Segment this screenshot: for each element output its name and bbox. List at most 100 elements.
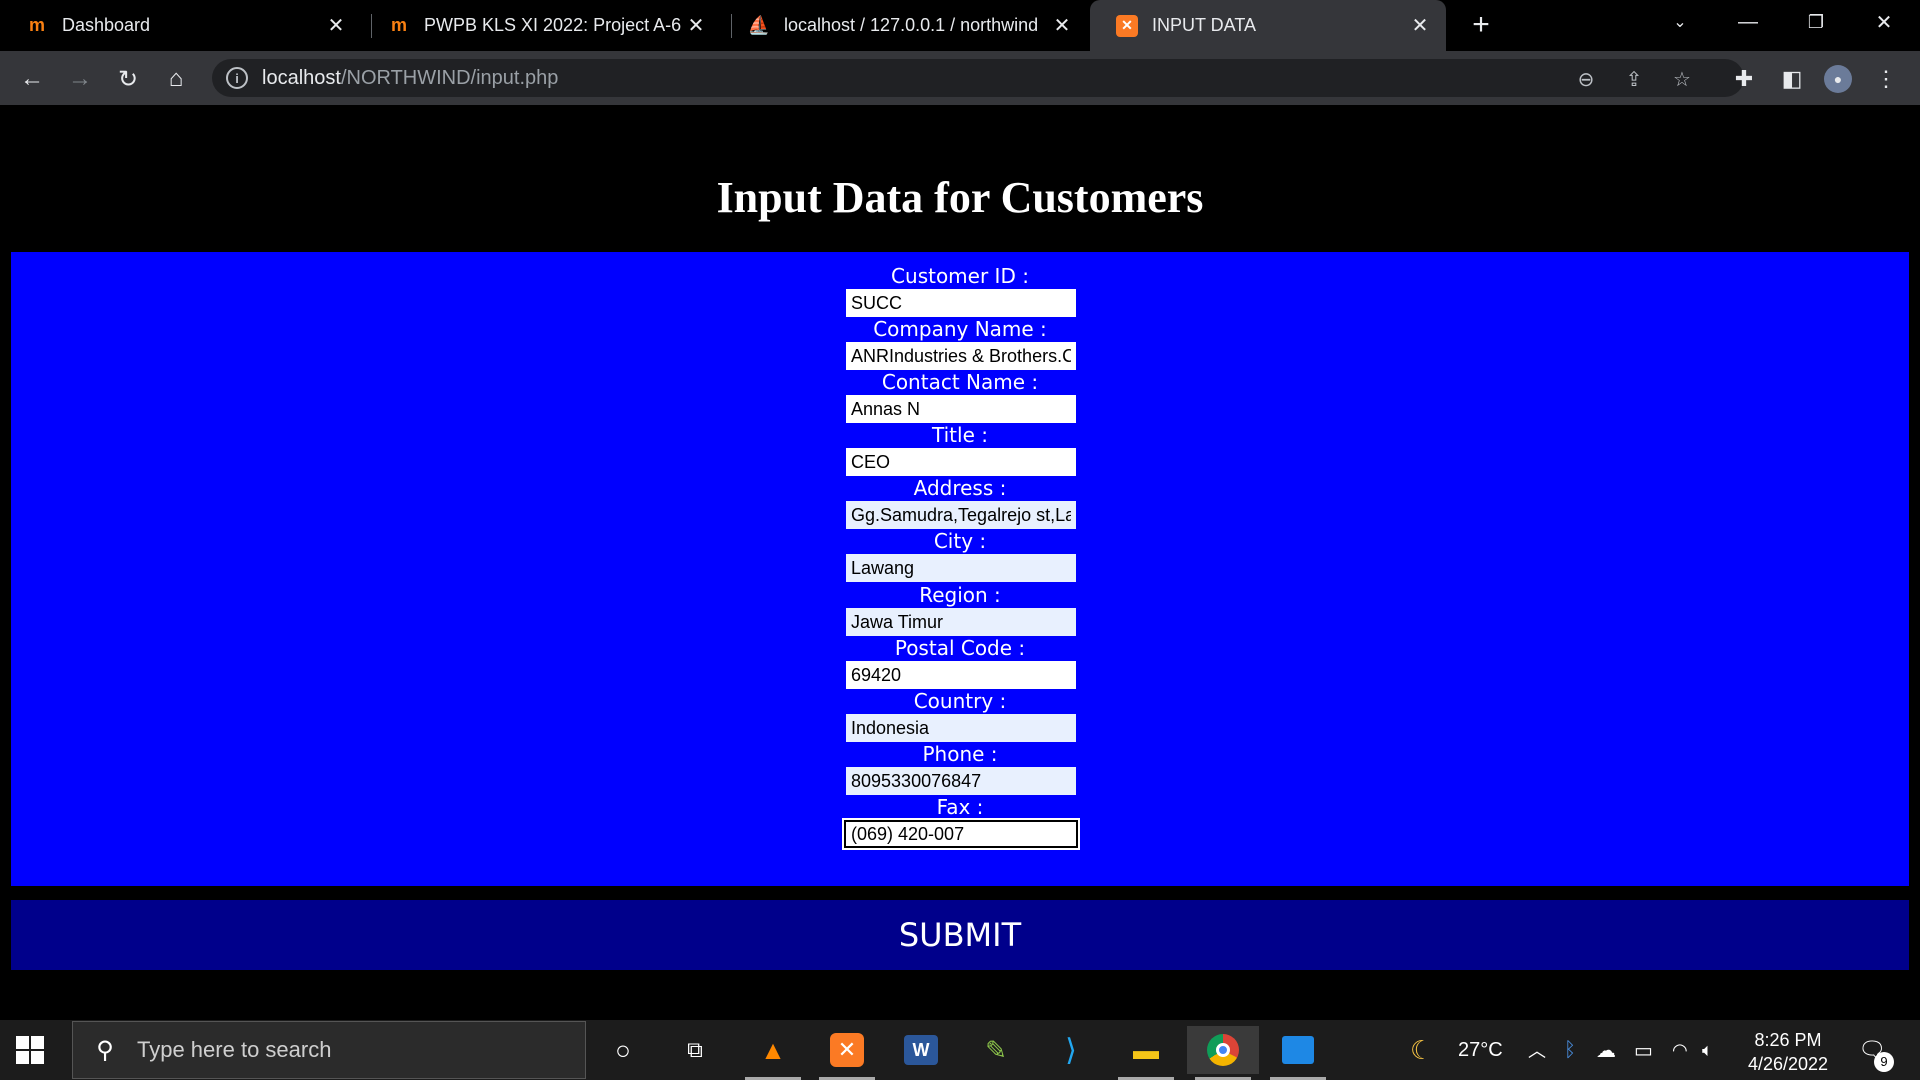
field-label: Fax : bbox=[936, 795, 984, 819]
minimize-button[interactable]: — bbox=[1720, 0, 1776, 44]
profile-avatar[interactable]: ● bbox=[1824, 65, 1852, 93]
browser-toolbar: ← → ↻ ⌂ i localhost/NORTHWIND/input.php … bbox=[0, 51, 1920, 105]
menu-kebab-icon[interactable]: ⋮ bbox=[1872, 65, 1900, 93]
country-input[interactable] bbox=[846, 714, 1076, 742]
address-input[interactable] bbox=[846, 501, 1076, 529]
cortana-icon[interactable]: ○ bbox=[587, 1026, 659, 1074]
home-button[interactable]: ⌂ bbox=[160, 63, 192, 95]
task-view-icon[interactable]: ⧉ bbox=[659, 1026, 731, 1074]
tab-title: Dashboard bbox=[62, 15, 151, 35]
fax-input[interactable] bbox=[842, 818, 1080, 850]
field-label: Postal Code : bbox=[894, 636, 1026, 660]
field-fax: Fax : bbox=[11, 795, 1909, 850]
search-icon: ⚲ bbox=[96, 1036, 114, 1064]
postal-code-input[interactable] bbox=[846, 661, 1076, 689]
notification-count-badge: 9 bbox=[1874, 1052, 1894, 1072]
field-postal-code: Postal Code : bbox=[11, 636, 1909, 689]
field-phone: Phone : bbox=[11, 742, 1909, 795]
region-input[interactable] bbox=[846, 608, 1076, 636]
forward-button[interactable]: → bbox=[64, 63, 96, 95]
browser-tab-bar: m Dashboard ✕ m PWPB KLS XI 2022: Projec… bbox=[0, 0, 1920, 51]
company-name-input[interactable] bbox=[846, 342, 1076, 370]
field-customer-id: Customer ID : bbox=[11, 264, 1909, 317]
chrome-icon[interactable] bbox=[1187, 1026, 1259, 1080]
weather-moon-icon[interactable]: ☾ bbox=[1410, 1020, 1433, 1080]
city-input[interactable] bbox=[846, 554, 1076, 582]
vscode-icon[interactable]: ⟩ bbox=[1035, 1026, 1107, 1074]
field-label: Country : bbox=[913, 689, 1007, 713]
reload-button[interactable]: ↻ bbox=[112, 63, 144, 95]
tab-title: PWPB KLS XI 2022: Project A-6 - bbox=[424, 15, 684, 35]
side-panel-icon[interactable]: ◧ bbox=[1778, 65, 1806, 93]
tab-title: INPUT DATA bbox=[1152, 15, 1257, 35]
word-icon[interactable]: W bbox=[885, 1026, 957, 1074]
contact-name-input[interactable] bbox=[846, 395, 1076, 423]
url-path: /NORTHWIND/input.php bbox=[340, 66, 559, 89]
battery-icon[interactable]: ▭ bbox=[1634, 1020, 1653, 1080]
field-contact-name: Contact Name : bbox=[11, 370, 1909, 423]
bluetooth-icon[interactable]: ᛒ bbox=[1564, 1020, 1576, 1080]
field-region: Region : bbox=[11, 583, 1909, 636]
tab-dashboard[interactable]: m Dashboard ✕ bbox=[0, 0, 362, 51]
field-country: Country : bbox=[11, 689, 1909, 742]
close-icon[interactable]: ✕ bbox=[324, 14, 348, 38]
zoom-icon[interactable]: ⊖ bbox=[1574, 67, 1598, 91]
close-icon[interactable]: ✕ bbox=[1050, 14, 1074, 38]
tray-chevron-up-icon[interactable]: ︿ bbox=[1528, 1020, 1546, 1080]
new-tab-button[interactable]: + bbox=[1466, 10, 1496, 40]
field-company-name: Company Name : bbox=[11, 317, 1909, 370]
notepad-plus-icon[interactable]: ✎ bbox=[960, 1026, 1032, 1074]
phpmyadmin-icon: ⛵ bbox=[747, 15, 771, 35]
photos-icon[interactable] bbox=[1262, 1026, 1334, 1080]
windows-taskbar: ⚲ Type here to search ○ ⧉ ▲ ✕ W ✎ ⟩ ▬ ☾ … bbox=[0, 1020, 1920, 1080]
field-label: Phone : bbox=[922, 742, 998, 766]
clock-time: 8:26 PM bbox=[1754, 1030, 1822, 1050]
close-icon[interactable]: ✕ bbox=[684, 14, 708, 38]
close-window-button[interactable]: ✕ bbox=[1856, 0, 1912, 44]
file-explorer-icon[interactable]: ▬ bbox=[1110, 1026, 1182, 1080]
taskbar-search-box[interactable]: ⚲ Type here to search bbox=[72, 1021, 586, 1079]
address-bar[interactable]: i localhost/NORTHWIND/input.php ⊖ ⇪ ☆ bbox=[212, 59, 1744, 97]
phone-input[interactable] bbox=[846, 767, 1076, 795]
volume-icon[interactable]: 🔈︎ bbox=[1702, 1020, 1713, 1080]
field-label: Company Name : bbox=[873, 317, 1047, 341]
moodle-icon: m bbox=[390, 15, 407, 35]
bookmark-star-icon[interactable]: ☆ bbox=[1670, 67, 1694, 91]
search-placeholder: Type here to search bbox=[137, 1037, 332, 1062]
clock-date: 4/26/2022 bbox=[1747, 1054, 1829, 1074]
field-address: Address : bbox=[11, 476, 1909, 529]
field-label: Customer ID : bbox=[891, 264, 1029, 288]
xampp-taskbar-icon[interactable]: ✕ bbox=[811, 1026, 883, 1080]
weather-temperature[interactable]: 27°C bbox=[1458, 1020, 1503, 1080]
site-info-icon[interactable]: i bbox=[226, 67, 248, 89]
field-label: City : bbox=[933, 529, 987, 553]
share-icon[interactable]: ⇪ bbox=[1622, 67, 1646, 91]
field-label: Contact Name : bbox=[881, 370, 1039, 394]
field-label: Title : bbox=[932, 423, 988, 447]
title-input[interactable] bbox=[846, 448, 1076, 476]
customer-form: Customer ID : Company Name : Contact Nam… bbox=[11, 252, 1909, 886]
back-button[interactable]: ← bbox=[16, 63, 48, 95]
taskbar-clock[interactable]: 8:26 PM 4/26/2022 bbox=[1726, 1028, 1850, 1076]
onedrive-cloud-icon[interactable]: ☁ bbox=[1596, 1020, 1616, 1080]
tab-title: localhost / 127.0.0.1 / northwind bbox=[784, 15, 1039, 35]
close-icon[interactable]: ✕ bbox=[1408, 14, 1432, 38]
field-city: City : bbox=[11, 529, 1909, 582]
submit-button[interactable]: SUBMIT bbox=[11, 900, 1909, 970]
restore-button[interactable]: ❐ bbox=[1788, 0, 1844, 44]
page-title: Input Data for Customers bbox=[716, 173, 1204, 222]
tab-pwpb-project[interactable]: m PWPB KLS XI 2022: Project A-6 - ✕ bbox=[362, 0, 722, 51]
customer-id-input[interactable] bbox=[846, 289, 1076, 317]
windows-start-icon[interactable] bbox=[16, 1036, 44, 1064]
field-label: Address : bbox=[913, 476, 1007, 500]
wifi-icon[interactable]: ◠ bbox=[1672, 1020, 1688, 1080]
extensions-puzzle-icon[interactable]: ✚ bbox=[1730, 65, 1758, 93]
tab-phpmyadmin[interactable]: ⛵ localhost / 127.0.0.1 / northwind ✕ bbox=[722, 0, 1088, 51]
tab-input-data[interactable]: ✕ INPUT DATA ✕ bbox=[1090, 0, 1446, 51]
vlc-icon[interactable]: ▲ bbox=[737, 1026, 809, 1080]
url-host: localhost bbox=[262, 66, 341, 89]
tab-search-chevron-icon[interactable]: ⌄ bbox=[1652, 0, 1708, 44]
field-label: Region : bbox=[919, 583, 1001, 607]
xampp-icon: ✕ bbox=[1116, 14, 1138, 37]
field-title: Title : bbox=[11, 423, 1909, 476]
